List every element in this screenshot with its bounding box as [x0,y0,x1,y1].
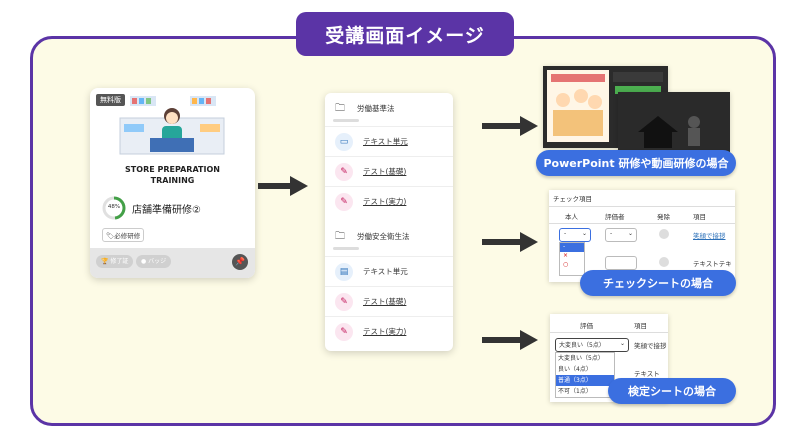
row-item-text: 笑顔で接拶 [634,342,667,350]
exclude-toggle-2[interactable] [659,257,669,267]
store-title-line-2: TRAINING [150,176,195,185]
badge-pill[interactable]: ● バッジ [136,255,172,268]
caption-powerpoint: PowerPoint 研修や動画研修の場合 [536,150,736,176]
list-item-label: テスト(基礎) [363,297,407,306]
pencil-icon: ✎ [335,293,353,311]
video-frame-image [618,92,730,154]
list-item-label: テキスト単元 [363,267,408,276]
card-footer: 🏆 修了証 ● バッジ 📌 [90,248,255,278]
required-tag-label: 必修研修 [114,232,141,240]
option-cross[interactable]: × [560,252,584,261]
list-item-test-basic[interactable]: ✎ テスト(基礎) [325,156,453,187]
certificate-pill-label: 修了証 [110,258,129,265]
self-select[interactable]: - ⌄ [559,228,591,242]
pencil-icon: ✎ [335,193,353,211]
header-item: 項目 [693,213,706,221]
course-name: 店舗準備研修② [132,205,201,216]
section-label: 労働安全衛生法 [357,232,410,241]
store-title: STORE PREPARATION TRAINING [90,164,255,186]
evaluator-select[interactable]: - ⌄ [605,228,637,242]
option-circle[interactable]: ○ [560,261,584,270]
check-sheet-header: 本人 評価者 発除 項目 [549,206,735,224]
course-card[interactable]: 無料版 STORE PREPARATION TRAINING 48% 店舗準備研… [90,88,255,278]
check-sheet: チェック項目 本人 評価者 発除 項目 - ⌄ - ⌄ 笑顔で接拶 - × ○ … [549,190,735,282]
caption-exam: 検定シートの場合 [608,378,736,404]
row-item-text: テキストテキ [693,260,732,268]
diagram-title: 受講画面イメージ [296,12,514,56]
header-exclude: 発除 [657,213,670,221]
check-sheet-title: チェック項目 [553,195,592,203]
list-item-test-advanced[interactable]: ✎ テスト(実力) [325,186,453,217]
list-item-test-basic[interactable]: ✎ テスト(基礎) [325,286,453,317]
option-excellent[interactable]: 大変良い（5点） [556,353,614,364]
rating-select[interactable]: 大変良い（5点） ⌄ [555,338,629,352]
list-item-text[interactable]: ▭ テキスト単元 [325,126,453,157]
header-item: 項目 [634,322,647,330]
progress-percent: 48% [107,204,121,210]
pin-icon[interactable]: 📌 [232,254,248,270]
chevron-down-icon: ⌄ [627,230,633,237]
chevron-down-icon: ⌄ [619,340,625,347]
rating-select-value: 大変良い（5点） [559,342,605,349]
arrow-to-exam [482,330,538,350]
option-good[interactable]: 良い（4点） [556,364,614,375]
option-poor[interactable]: 不可（1点） [556,386,614,397]
self-select-value: - [564,230,567,237]
pencil-icon: ✎ [335,163,353,181]
header-evaluator: 評価者 [605,213,625,221]
row-item-text-2: テキスト [634,370,660,378]
text-unit-icon: ▭ [335,133,353,151]
evaluator-select-2[interactable] [605,256,637,270]
list-item-label: テキスト単元 [363,137,408,146]
chevron-down-icon: ⌄ [581,230,587,237]
list-item-label: テスト(基礎) [363,167,407,176]
pencil-icon: ✎ [335,323,353,341]
text-unit-icon: ▤ [335,263,353,281]
option-dash[interactable]: - [560,243,584,252]
video-screen [618,92,730,154]
section-label: 労働基準法 [357,104,395,113]
curriculum-list: 🗀 労働基準法 ▭ テキスト単元 ✎ テスト(基礎) ✎ テスト(実力) 🗀 労… [325,93,453,351]
arrow-card-to-list [258,176,308,196]
exam-sheet-header: 評価 項目 [550,314,668,333]
header-self: 本人 [565,213,578,221]
arrow-to-check [482,232,538,252]
section-progress-bar [333,119,359,122]
folder-icon: 🗀 [335,231,345,242]
exclude-toggle[interactable] [659,229,669,239]
arrow-to-powerpoint [482,116,538,136]
folder-icon: 🗀 [335,103,345,114]
required-tag: 🏷必修研修 [102,228,145,242]
caption-check: チェックシートの場合 [580,270,736,296]
section-progress-bar [333,247,359,250]
store-illustration [119,96,225,155]
list-item-label: テスト(実力) [363,327,407,336]
option-average[interactable]: 普通（3点） [556,375,614,386]
evaluator-select-value: - [610,230,613,237]
badge-pill-label: バッジ [148,258,167,265]
list-item-test-advanced[interactable]: ✎ テスト(実力) [325,316,453,347]
list-item-label: テスト(実力) [363,197,407,206]
certificate-pill[interactable]: 🏆 修了証 [96,255,134,268]
header-rating: 評価 [580,322,593,330]
store-title-line-1: STORE PREPARATION [125,165,220,174]
row-item-link[interactable]: 笑顔で接拶 [693,230,726,240]
rating-options-dropdown[interactable]: 大変良い（5点） 良い（4点） 普通（3点） 不可（1点） [555,352,615,398]
check-options-dropdown[interactable]: - × ○ [559,242,585,276]
list-item-text[interactable]: ▤ テキスト単元 [325,256,453,287]
